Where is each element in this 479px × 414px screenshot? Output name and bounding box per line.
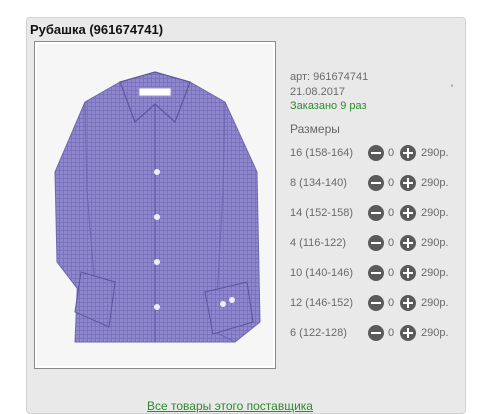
plus-icon[interactable]	[400, 295, 416, 311]
price: 290р.	[421, 177, 449, 189]
date: 21.08.2017	[290, 86, 346, 98]
product-photo[interactable]	[34, 41, 276, 369]
price: 290р.	[421, 327, 449, 339]
quantity: 0	[388, 267, 395, 279]
price: 290р.	[421, 207, 449, 219]
price: 290р.	[421, 147, 449, 159]
size-label: 12 (146-152)	[290, 297, 353, 309]
quantity: 0	[388, 177, 395, 189]
sizes-heading: Размеры	[290, 122, 340, 136]
plus-icon[interactable]	[400, 145, 416, 161]
price: 290р.	[421, 237, 449, 249]
tick-mark: '	[451, 83, 454, 95]
minus-icon[interactable]	[368, 265, 384, 281]
minus-icon[interactable]	[368, 145, 384, 161]
size-label: 4 (116-122)	[290, 237, 347, 249]
quantity: 0	[388, 297, 395, 309]
size-label: 10 (140-146)	[290, 267, 353, 279]
minus-icon[interactable]	[368, 295, 384, 311]
plus-icon[interactable]	[400, 205, 416, 221]
quantity: 0	[388, 327, 395, 339]
size-label: 8 (134-140)	[290, 177, 347, 189]
plus-icon[interactable]	[400, 235, 416, 251]
quantity: 0	[388, 147, 395, 159]
shirt-image	[54, 71, 261, 343]
ordered-count: Заказано 9 раз	[290, 100, 367, 112]
supplier-products-link[interactable]: Все товары этого поставщика	[147, 399, 313, 413]
size-label: 16 (158-164)	[290, 147, 353, 159]
quantity: 0	[388, 207, 395, 219]
size-label: 14 (152-158)	[290, 207, 353, 219]
plus-icon[interactable]	[400, 175, 416, 191]
quantity: 0	[388, 237, 395, 249]
product-title: Рубашка (961674741)	[30, 22, 164, 37]
plus-icon[interactable]	[400, 325, 416, 341]
minus-icon[interactable]	[368, 325, 384, 341]
price: 290р.	[421, 267, 449, 279]
minus-icon[interactable]	[368, 205, 384, 221]
price: 290р.	[421, 297, 449, 309]
size-label: 6 (122-128)	[290, 327, 347, 339]
minus-icon[interactable]	[368, 235, 384, 251]
plus-icon[interactable]	[400, 265, 416, 281]
article-number: арт: 961674741	[290, 71, 369, 83]
minus-icon[interactable]	[368, 175, 384, 191]
